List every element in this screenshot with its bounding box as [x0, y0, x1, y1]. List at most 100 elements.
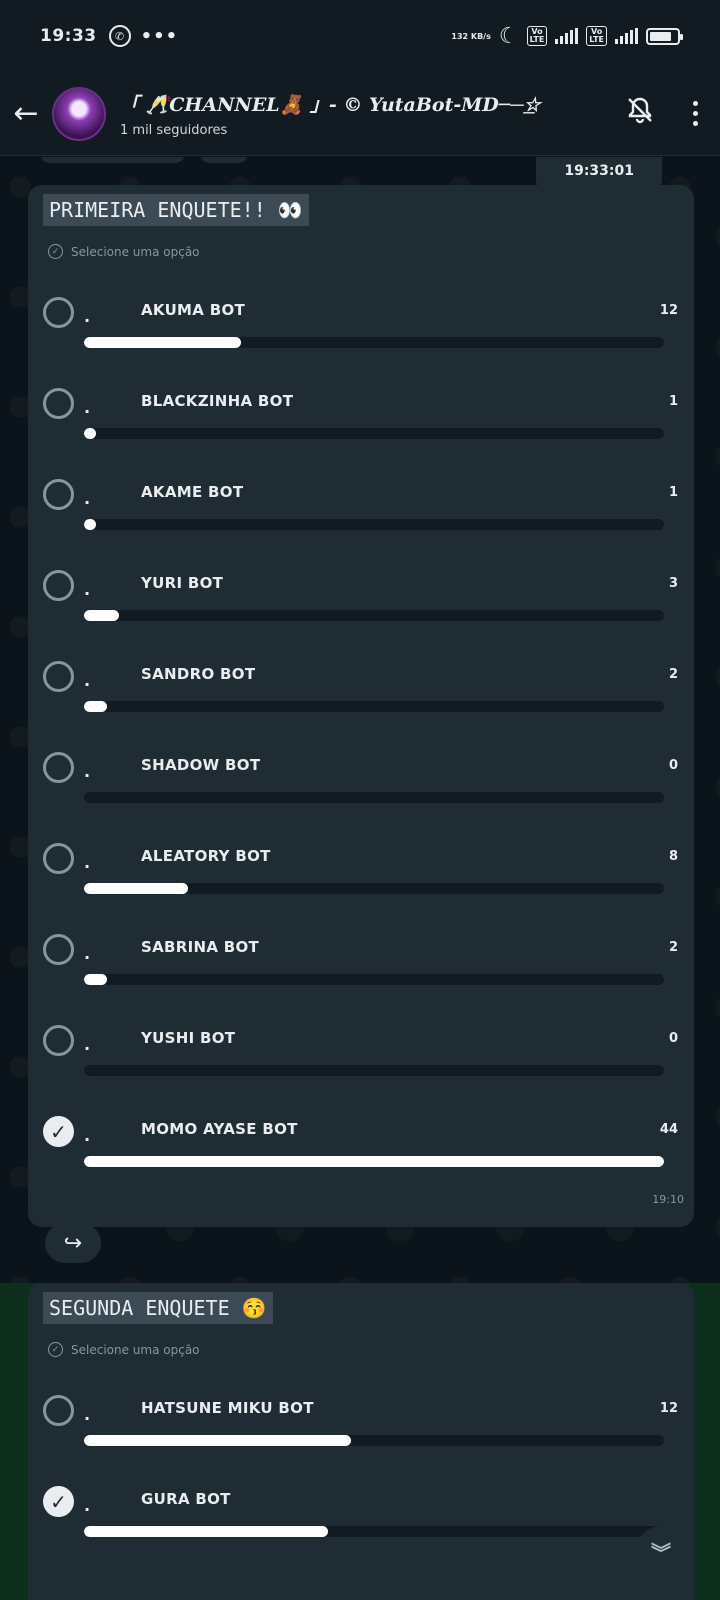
vote-progress-bar	[84, 519, 664, 530]
vote-count[interactable]: 12	[660, 1401, 678, 1416]
radio-button[interactable]	[43, 843, 74, 874]
option-prefix: .	[84, 671, 91, 690]
volte-icon: Vo LTE	[526, 26, 548, 46]
radio-button[interactable]	[43, 752, 74, 783]
vote-progress-fill	[84, 883, 189, 894]
vote-count[interactable]: 0	[669, 1031, 678, 1046]
vote-progress-bar	[84, 1526, 664, 1537]
option-prefix: .	[84, 853, 91, 872]
poll-option[interactable]: . YURI BOT 3	[28, 570, 694, 661]
option-label: YUSHI BOT	[141, 1029, 236, 1047]
radio-checked-icon[interactable]: ✓	[43, 1116, 74, 1147]
poll-message-1: PRIMEIRA ENQUETE!! 👀 ✓ Selecione uma opç…	[28, 185, 694, 1227]
vote-progress-fill	[84, 1156, 664, 1167]
check-circle-icon: ✓	[48, 1342, 63, 1357]
poll-option[interactable]: . ALEATORY BOT 8	[28, 843, 694, 934]
poll-hint: ✓ Selecione uma opção	[48, 244, 200, 259]
poll-hint-text: Selecione uma opção	[71, 244, 200, 259]
poll-option[interactable]: . SANDRO BOT 2	[28, 661, 694, 752]
signal-icon-2	[615, 28, 638, 44]
vote-count[interactable]: 12	[660, 303, 678, 318]
vote-progress-fill	[84, 428, 96, 439]
battery-icon	[646, 27, 683, 45]
more-notifications-icon: •••	[140, 25, 179, 47]
forward-icon[interactable]: ↪	[45, 1223, 101, 1263]
vote-progress-bar	[84, 610, 664, 621]
radio-button[interactable]	[43, 1025, 74, 1056]
radio-button[interactable]	[43, 661, 74, 692]
radio-button[interactable]	[43, 934, 74, 965]
previous-reaction-edge	[200, 157, 248, 163]
vote-progress-bar	[84, 428, 664, 439]
volte-icon-2: Vo LTE	[586, 26, 607, 46]
vote-count[interactable]: 2	[669, 940, 678, 955]
status-bar: 19:33 ✆ ••• 132 KB/s ☾ Vo LTE Vo LTE	[0, 0, 720, 72]
option-prefix: .	[84, 580, 91, 599]
poll-option[interactable]: . AKUMA BOT 12	[28, 297, 694, 388]
vote-progress-fill	[84, 1435, 351, 1446]
vote-progress-bar	[84, 701, 664, 712]
option-prefix: .	[84, 307, 91, 326]
option-label: BLACKZINHA BOT	[141, 392, 294, 410]
message-time: 19:10	[652, 1193, 684, 1206]
more-options-icon[interactable]	[670, 101, 720, 126]
radio-button[interactable]	[43, 388, 74, 419]
poll-option[interactable]: . YUSHI BOT 0	[28, 1025, 694, 1116]
radio-button[interactable]	[43, 1395, 74, 1426]
status-time: 19:33	[40, 26, 97, 46]
vote-progress-fill	[84, 1526, 328, 1537]
option-prefix: .	[84, 1405, 91, 1424]
poll-option[interactable]: . SHADOW BOT 0	[28, 752, 694, 843]
option-prefix: .	[84, 762, 91, 781]
vote-progress-bar	[84, 1065, 664, 1076]
option-label: GURA BOT	[141, 1490, 231, 1508]
date-chip: 19:33:01	[536, 157, 662, 187]
option-prefix: .	[84, 944, 91, 963]
option-label: MOMO AYASE BOT	[141, 1120, 298, 1138]
radio-button[interactable]	[43, 297, 74, 328]
channel-avatar[interactable]	[52, 86, 106, 141]
poll-option[interactable]: . HATSUNE MIKU BOT 12	[28, 1395, 694, 1486]
vote-progress-bar	[84, 337, 664, 348]
previous-message-edge	[40, 157, 185, 163]
vote-progress-fill	[84, 974, 108, 985]
signal-icon	[555, 28, 579, 44]
vote-count[interactable]: 2	[669, 667, 678, 682]
vote-count[interactable]: 3	[669, 576, 678, 591]
option-label: SHADOW BOT	[141, 756, 261, 774]
vote-progress-bar	[84, 1435, 664, 1446]
vote-count[interactable]: 1	[669, 485, 678, 500]
chat-area[interactable]: 19:33:01 PRIMEIRA ENQUETE!! 👀 ✓ Selecion…	[0, 157, 720, 1600]
channel-name: 「 🥂CHANNEL🧸 」- © YutaBot-MD──͟☆	[120, 93, 541, 116]
vote-count[interactable]: 44	[660, 1122, 678, 1137]
back-arrow-icon[interactable]: ←	[0, 96, 52, 131]
option-label: YURI BOT	[141, 574, 224, 592]
option-prefix: .	[84, 1496, 91, 1515]
poll-option[interactable]: ✓. GURA BOT	[28, 1486, 694, 1577]
radio-checked-icon[interactable]: ✓	[43, 1486, 74, 1517]
vote-progress-fill	[84, 701, 108, 712]
radio-button[interactable]	[43, 570, 74, 601]
poll-option[interactable]: ✓. MOMO AYASE BOT 44	[28, 1116, 694, 1207]
poll-option[interactable]: . BLACKZINHA BOT 1	[28, 388, 694, 479]
radio-button[interactable]	[43, 479, 74, 510]
option-prefix: .	[84, 1126, 91, 1145]
poll-hint-text: Selecione uma opção	[71, 1342, 200, 1357]
vote-progress-bar	[84, 1156, 664, 1167]
option-prefix: .	[84, 489, 91, 508]
vote-progress-fill	[84, 337, 241, 348]
poll-option[interactable]: . SABRINA BOT 2	[28, 934, 694, 1025]
option-label: SANDRO BOT	[141, 665, 256, 683]
option-label: AKAME BOT	[141, 483, 244, 501]
poll-option[interactable]: . AKAME BOT 1	[28, 479, 694, 570]
poll-question: PRIMEIRA ENQUETE!! 👀	[43, 194, 309, 226]
poll-hint: ✓ Selecione uma opção	[48, 1342, 200, 1357]
option-prefix: .	[84, 398, 91, 417]
vote-progress-fill	[84, 610, 119, 621]
vote-count[interactable]: 0	[669, 758, 678, 773]
mute-bell-icon[interactable]	[610, 95, 670, 132]
vote-count[interactable]: 1	[669, 394, 678, 409]
scroll-down-icon[interactable]: ︾	[636, 1526, 686, 1576]
vote-count[interactable]: 8	[669, 849, 678, 864]
channel-info[interactable]: 「 🥂CHANNEL🧸 」- © YutaBot-MD──͟☆ 1 mil se…	[120, 90, 610, 138]
